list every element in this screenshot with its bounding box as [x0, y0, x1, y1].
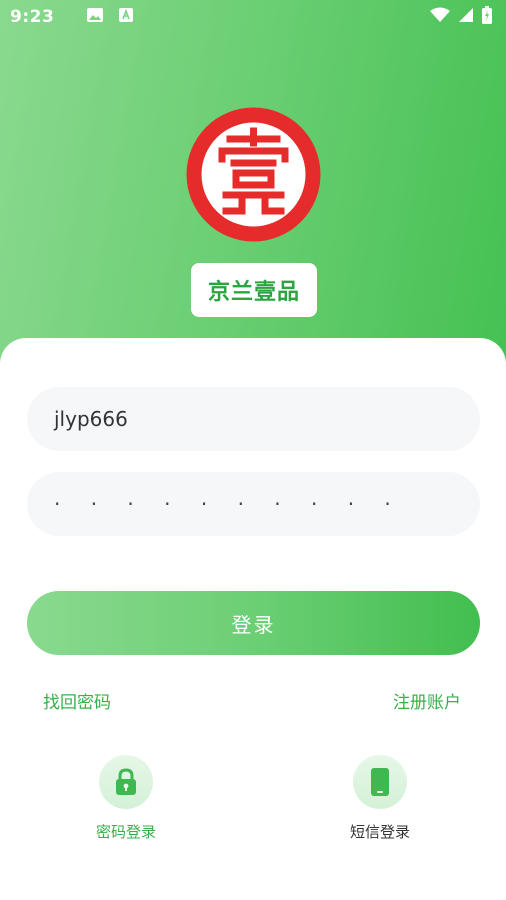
brand-logo	[186, 107, 321, 242]
status-bar: 9:23	[0, 0, 506, 34]
login-button-label: 登录	[231, 612, 276, 637]
wifi-icon	[430, 7, 450, 28]
signal-icon	[458, 7, 474, 28]
phone-icon	[353, 755, 407, 809]
register-link[interactable]: 注册账户	[393, 688, 461, 713]
gallery-icon	[86, 7, 104, 28]
brand-name: 京兰壹品	[207, 280, 300, 305]
status-time: 9:23	[10, 7, 55, 27]
password-input[interactable]: · · · · · · · · · ·	[27, 472, 480, 536]
sms-login-option[interactable]: 短信登录	[320, 755, 440, 845]
login-button[interactable]: 登录	[27, 591, 480, 655]
password-login-option[interactable]: 密码登录	[66, 755, 186, 845]
text-a-icon	[118, 7, 134, 28]
brand-name-badge: 京兰壹品	[191, 263, 317, 317]
password-mask: · · · · · · · · · ·	[54, 492, 403, 516]
lock-icon	[99, 755, 153, 809]
forgot-password-link[interactable]: 找回密码	[43, 688, 111, 713]
battery-icon	[482, 5, 492, 29]
password-login-label: 密码登录	[95, 823, 156, 841]
sms-login-label: 短信登录	[349, 823, 410, 841]
username-value: jlyp666	[54, 407, 128, 431]
username-input[interactable]: jlyp666	[27, 387, 480, 451]
